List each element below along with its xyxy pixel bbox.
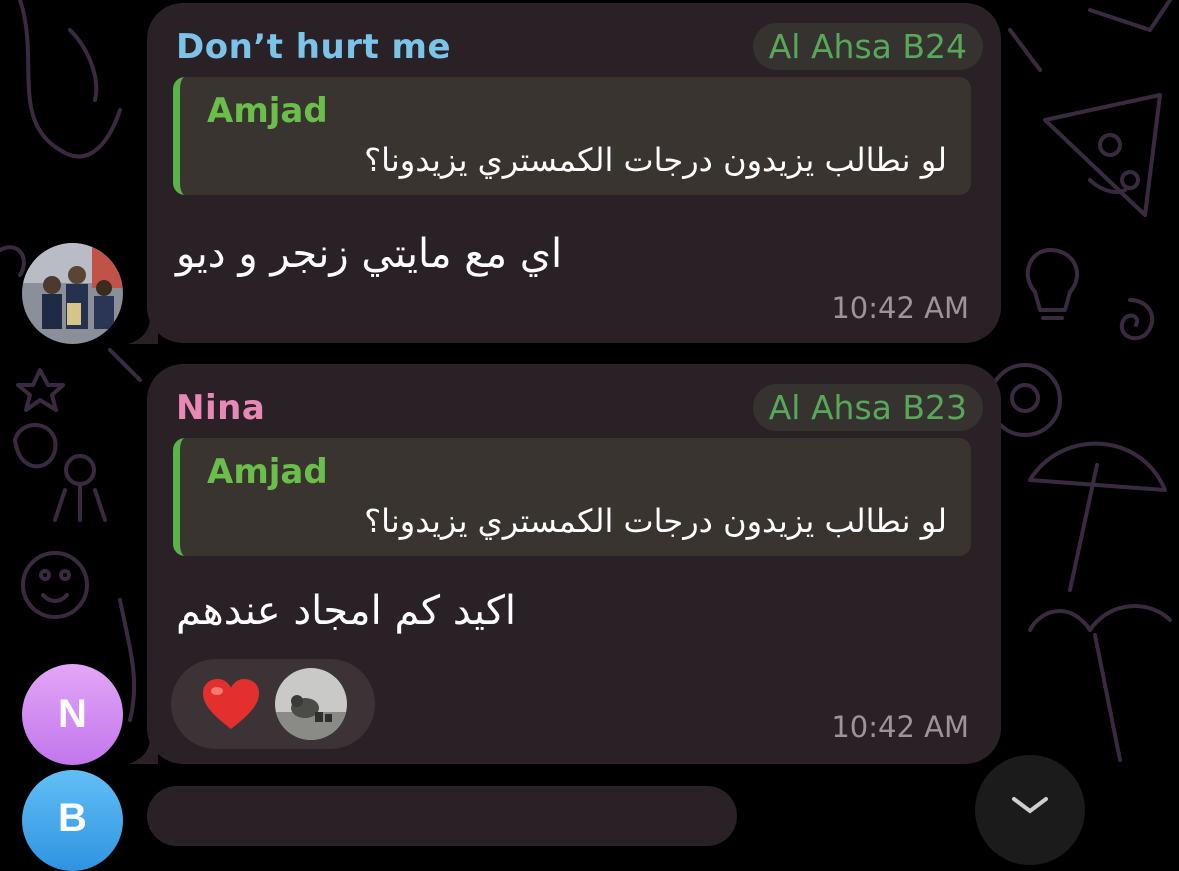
reply-text: لو نطالب يزيدون درجات الكمستري يزيدونا؟ xyxy=(364,502,947,540)
group-photo-avatar-icon xyxy=(22,243,123,344)
message-bubble[interactable]: Nina Al Ahsa B23 Amjad لو نطالب يزيدون د… xyxy=(147,364,1001,764)
reply-quote[interactable]: Amjad لو نطالب يزيدون درجات الكمستري يزي… xyxy=(173,438,971,556)
message-text: اي مع مايتي زنجر و ديو xyxy=(176,231,562,277)
reactions-pill[interactable] xyxy=(171,659,375,749)
sender-avatar[interactable]: N xyxy=(22,664,123,765)
sender-avatar[interactable] xyxy=(22,243,123,344)
reply-author: Amjad xyxy=(207,452,328,492)
scroll-down-button[interactable] xyxy=(975,755,1085,865)
message-bubble[interactable]: Don’t hurt me Al Ahsa B24 Amjad لو نطالب… xyxy=(147,3,1001,343)
reply-quote[interactable]: Amjad لو نطالب يزيدون درجات الكمستري يزي… xyxy=(173,77,971,195)
reactor-avatar[interactable] xyxy=(275,668,347,740)
avatar-initial: B xyxy=(58,796,87,841)
sender-tag-badge: Al Ahsa B24 xyxy=(753,23,983,70)
message-time: 10:42 AM xyxy=(831,710,969,744)
message-text: اكيد كم امجاد عندهم xyxy=(176,588,516,634)
sender-avatar[interactable]: B xyxy=(22,770,123,871)
chevron-down-icon xyxy=(1010,795,1050,815)
bubble-tail xyxy=(128,738,158,764)
reply-text: لو نطالب يزيدون درجات الكمستري يزيدونا؟ xyxy=(364,141,947,179)
sender-name[interactable]: Nina xyxy=(176,388,265,428)
sender-tag-badge: Al Ahsa B23 xyxy=(753,384,983,431)
message-time: 10:42 AM xyxy=(831,291,969,325)
message-bubble[interactable] xyxy=(147,786,737,846)
avatar-initial: N xyxy=(58,692,87,737)
sender-name[interactable]: Don’t hurt me xyxy=(176,27,451,67)
red-heart-icon xyxy=(203,679,259,731)
reply-author: Amjad xyxy=(207,91,328,131)
